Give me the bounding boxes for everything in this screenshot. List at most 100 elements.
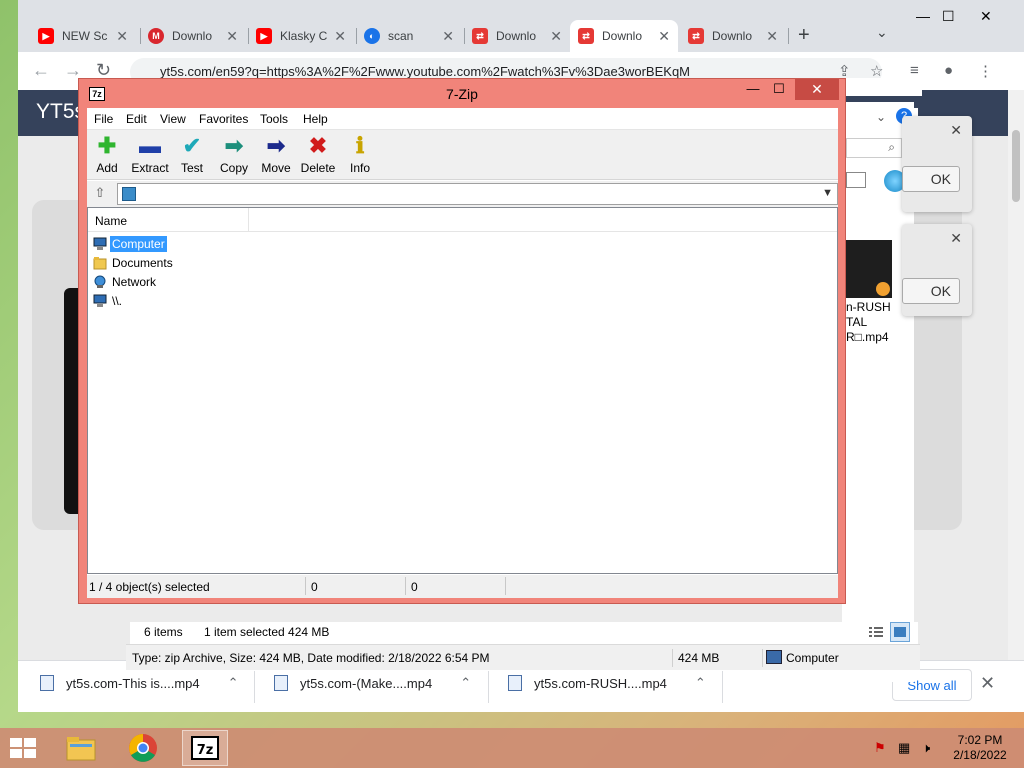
test-button[interactable]: ✔ Test — [171, 133, 213, 176]
maximize-button[interactable]: ☐ — [767, 81, 791, 101]
youtube-icon: ▶ — [38, 28, 54, 44]
column-name[interactable]: Name — [88, 208, 249, 232]
close-icon[interactable]: ✕ — [116, 28, 128, 45]
chevron-up-icon[interactable]: ⌃ — [228, 675, 239, 691]
scan-icon: ◐ — [364, 28, 380, 44]
test-icon: ✔ — [182, 133, 202, 158]
tab-6[interactable]: ⇄ Downlo ✕ — [680, 20, 786, 52]
tab-2[interactable]: ▶ Klasky C ✕ — [248, 20, 354, 52]
packed-status: 0 — [411, 580, 418, 594]
menu-help[interactable]: Help — [303, 112, 328, 126]
tab-0[interactable]: ▶ NEW Sc ✕ — [30, 20, 136, 52]
chevron-up-icon[interactable]: ⌃ — [460, 675, 471, 691]
tab-3[interactable]: ◐ scan ✕ — [356, 20, 462, 52]
yt5s-icon: ⇄ — [578, 28, 594, 44]
details-view-icon[interactable] — [866, 622, 886, 642]
explorer-search[interactable]: ⌕ — [846, 138, 902, 158]
youtube-icon: ▶ — [256, 28, 272, 44]
copy-button[interactable]: ➡ Copy — [213, 134, 255, 176]
extract-button[interactable]: ▬ Extract — [129, 133, 171, 176]
menu-tools[interactable]: Tools — [260, 112, 288, 126]
move-button[interactable]: ➡ Move — [255, 134, 297, 176]
close-icon[interactable]: ✕ — [334, 28, 346, 45]
minimize-button[interactable]: — — [741, 81, 765, 101]
list-item[interactable]: Network — [93, 273, 158, 291]
download-item[interactable]: yt5s.com-This is....mp4 ⌃ — [40, 675, 239, 691]
menu-icon[interactable]: ⋮ — [978, 62, 993, 80]
download-item[interactable]: yt5s.com-RUSH....mp4 ⌃ — [508, 675, 706, 691]
list-item[interactable]: \\. — [93, 292, 124, 310]
large-icons-view-icon[interactable] — [890, 622, 910, 642]
tab-search-button[interactable]: ⌄ — [876, 24, 888, 41]
tab-title: Downlo — [496, 29, 537, 43]
chevron-up-icon[interactable]: ⌃ — [695, 675, 706, 691]
delete-button[interactable]: ✖ Delete — [297, 134, 339, 176]
taskbar-chrome[interactable] — [120, 730, 166, 766]
mega-icon: M — [148, 28, 164, 44]
tab-4[interactable]: ⇄ Downlo ✕ — [464, 20, 570, 52]
ok-button[interactable]: OK — [902, 278, 960, 304]
list-item[interactable]: Computer — [93, 235, 167, 253]
video-thumbnail[interactable] — [846, 240, 892, 298]
view-icon[interactable] — [846, 172, 866, 188]
file-list[interactable]: Name Computer Documents Network \\. — [87, 207, 838, 574]
thumbnail-caption: n-RUSH TAL R□.mp4 — [846, 300, 891, 344]
download-name: yt5s.com-(Make....mp4 — [300, 675, 433, 691]
7zip-titlebar[interactable]: 7z 7-Zip — ☐ ✕ — [79, 79, 845, 107]
close-icon[interactable]: ✕ — [766, 28, 778, 45]
new-tab-button[interactable]: + — [798, 24, 810, 47]
maximize-button[interactable]: ☐ — [942, 8, 955, 25]
network-status-icon[interactable]: ▦ — [898, 740, 910, 756]
tab-title: Klasky C — [280, 29, 328, 43]
file-icon — [40, 675, 54, 691]
chevron-down-icon[interactable]: ⌄ — [876, 110, 886, 124]
back-icon[interactable]: ← — [32, 60, 50, 81]
minimize-button[interactable]: — — [916, 8, 930, 24]
close-icon[interactable]: ✕ — [950, 122, 962, 139]
column-header: Name — [88, 208, 837, 232]
menu-file[interactable]: File — [94, 112, 113, 126]
clock[interactable]: 7:02 PM 2/18/2022 — [950, 733, 1010, 763]
menu-bar: File Edit View Favorites Tools Help — [87, 108, 838, 130]
taskbar-7zip[interactable]: 7z — [182, 730, 228, 766]
close-downloads-button[interactable]: ✕ — [980, 673, 995, 694]
message-box: ✕ OK — [902, 116, 972, 212]
computer-icon — [766, 650, 782, 664]
extract-icon: ▬ — [139, 133, 161, 158]
info-button[interactable]: ℹ Info — [339, 134, 381, 176]
download-item[interactable]: yt5s.com-(Make....mp4 ⌃ — [274, 675, 471, 691]
ok-button[interactable]: OK — [902, 166, 960, 192]
path-combobox[interactable]: ▼ — [117, 183, 838, 205]
close-button[interactable]: ✕ — [980, 8, 992, 25]
close-icon[interactable]: ✕ — [950, 230, 962, 247]
up-folder-icon[interactable]: ⇧ — [91, 185, 109, 203]
selection-info: 1 item selected 424 MB — [204, 625, 330, 639]
svg-text:7z: 7z — [197, 743, 214, 758]
tab-title: NEW Sc — [62, 29, 108, 43]
close-icon[interactable]: ✕ — [442, 28, 454, 45]
selection-status: 1 / 4 object(s) selected — [89, 580, 210, 594]
close-icon[interactable]: ✕ — [658, 28, 670, 45]
close-button[interactable]: ✕ — [795, 79, 839, 100]
volume-muted-icon[interactable]: 🕨 — [922, 740, 930, 756]
taskbar-file-explorer[interactable] — [58, 730, 104, 766]
play-icon — [876, 282, 890, 296]
tab-title: Downlo — [602, 29, 643, 43]
menu-favorites[interactable]: Favorites — [199, 112, 248, 126]
close-icon[interactable]: ✕ — [550, 28, 562, 45]
page-scrollbar[interactable] — [1008, 90, 1024, 660]
start-button[interactable] — [10, 738, 38, 760]
menu-view[interactable]: View — [160, 112, 186, 126]
close-icon[interactable]: ✕ — [226, 28, 238, 45]
yt5s-icon: ⇄ — [688, 28, 704, 44]
action-center-flag-icon[interactable]: ⚑ — [874, 740, 886, 756]
chevron-down-icon[interactable]: ▼ — [822, 187, 833, 199]
tab-title: scan — [388, 29, 414, 43]
add-button[interactable]: ✚ Add — [86, 134, 128, 176]
tab-5-active[interactable]: ⇄ Downlo ✕ — [570, 20, 678, 52]
reading-list-icon[interactable]: ≡ — [910, 62, 919, 79]
tab-1[interactable]: M Downlo ✕ — [140, 20, 246, 52]
profile-icon[interactable]: ● — [944, 62, 953, 79]
list-item[interactable]: Documents — [93, 254, 175, 272]
menu-edit[interactable]: Edit — [126, 112, 147, 126]
